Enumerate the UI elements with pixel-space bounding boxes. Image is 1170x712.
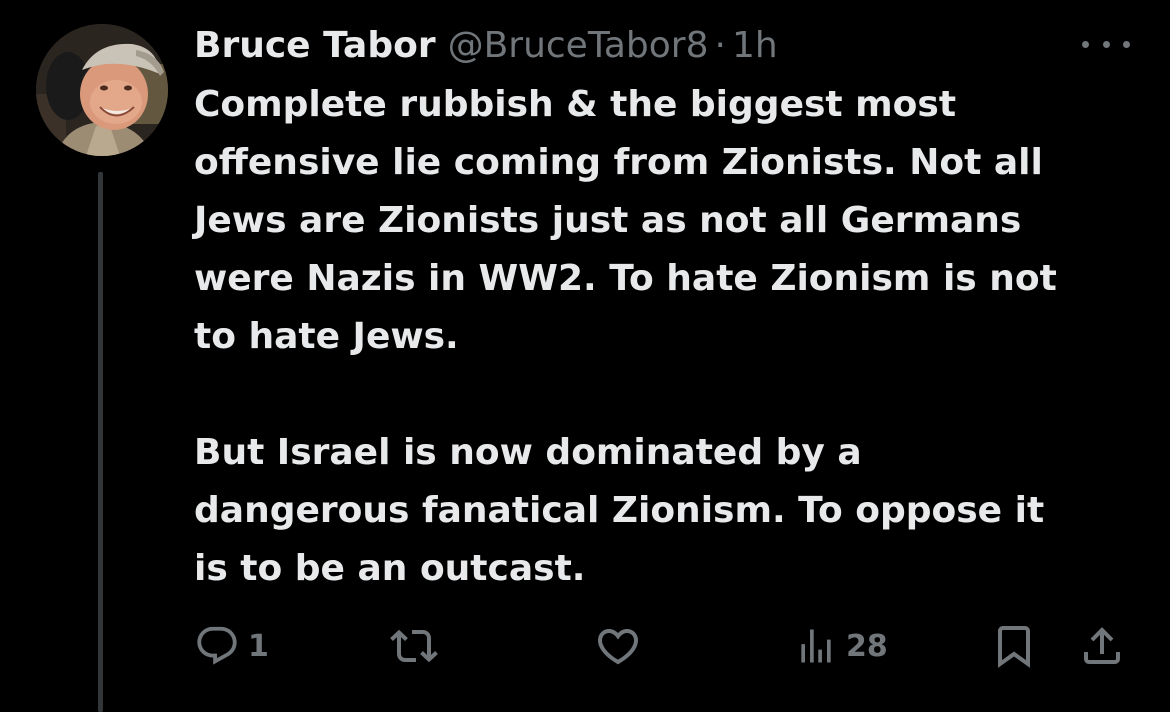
tweet[interactable]: Bruce Tabor @BruceTabor8 · 1h Complete r… <box>0 0 1170 712</box>
display-name[interactable]: Bruce Tabor <box>194 22 436 70</box>
thread-line <box>98 172 103 712</box>
reply-button[interactable]: 1 <box>194 616 269 676</box>
tweet-actions: 1 28 <box>194 616 1134 676</box>
views-count: 28 <box>846 628 888 664</box>
share-icon <box>1084 627 1120 664</box>
tweet-paragraph-1: Complete rubbish & the biggest most offe… <box>194 84 1057 357</box>
bookmark-button[interactable] <box>990 616 1038 676</box>
more-dot <box>1123 40 1130 48</box>
retweet-button[interactable] <box>390 616 438 676</box>
more-dot <box>1102 40 1110 48</box>
bookmark-icon <box>998 626 1030 668</box>
views-button[interactable]: 28 <box>794 616 888 676</box>
user-handle[interactable]: @BruceTabor8 <box>448 22 709 70</box>
share-button[interactable] <box>1078 616 1126 676</box>
tweet-header: Bruce Tabor @BruceTabor8 · 1h <box>194 22 778 70</box>
like-button[interactable] <box>594 616 642 676</box>
heart-icon <box>597 629 639 665</box>
avatar-photo <box>36 24 168 156</box>
more-options-button[interactable] <box>1082 30 1130 58</box>
tweet-text: Complete rubbish & the biggest most offe… <box>194 76 1144 598</box>
views-chart-icon <box>801 629 831 663</box>
reply-count: 1 <box>248 628 269 664</box>
retweet-icon <box>390 629 438 663</box>
reply-icon <box>197 626 237 665</box>
separator-dot: · <box>714 25 726 66</box>
more-horizontal-icon <box>1082 40 1089 48</box>
timestamp[interactable]: 1h <box>732 22 778 70</box>
tweet-paragraph-2: But Israel is now dominated by a dangero… <box>194 432 1045 589</box>
avatar[interactable] <box>36 24 168 156</box>
